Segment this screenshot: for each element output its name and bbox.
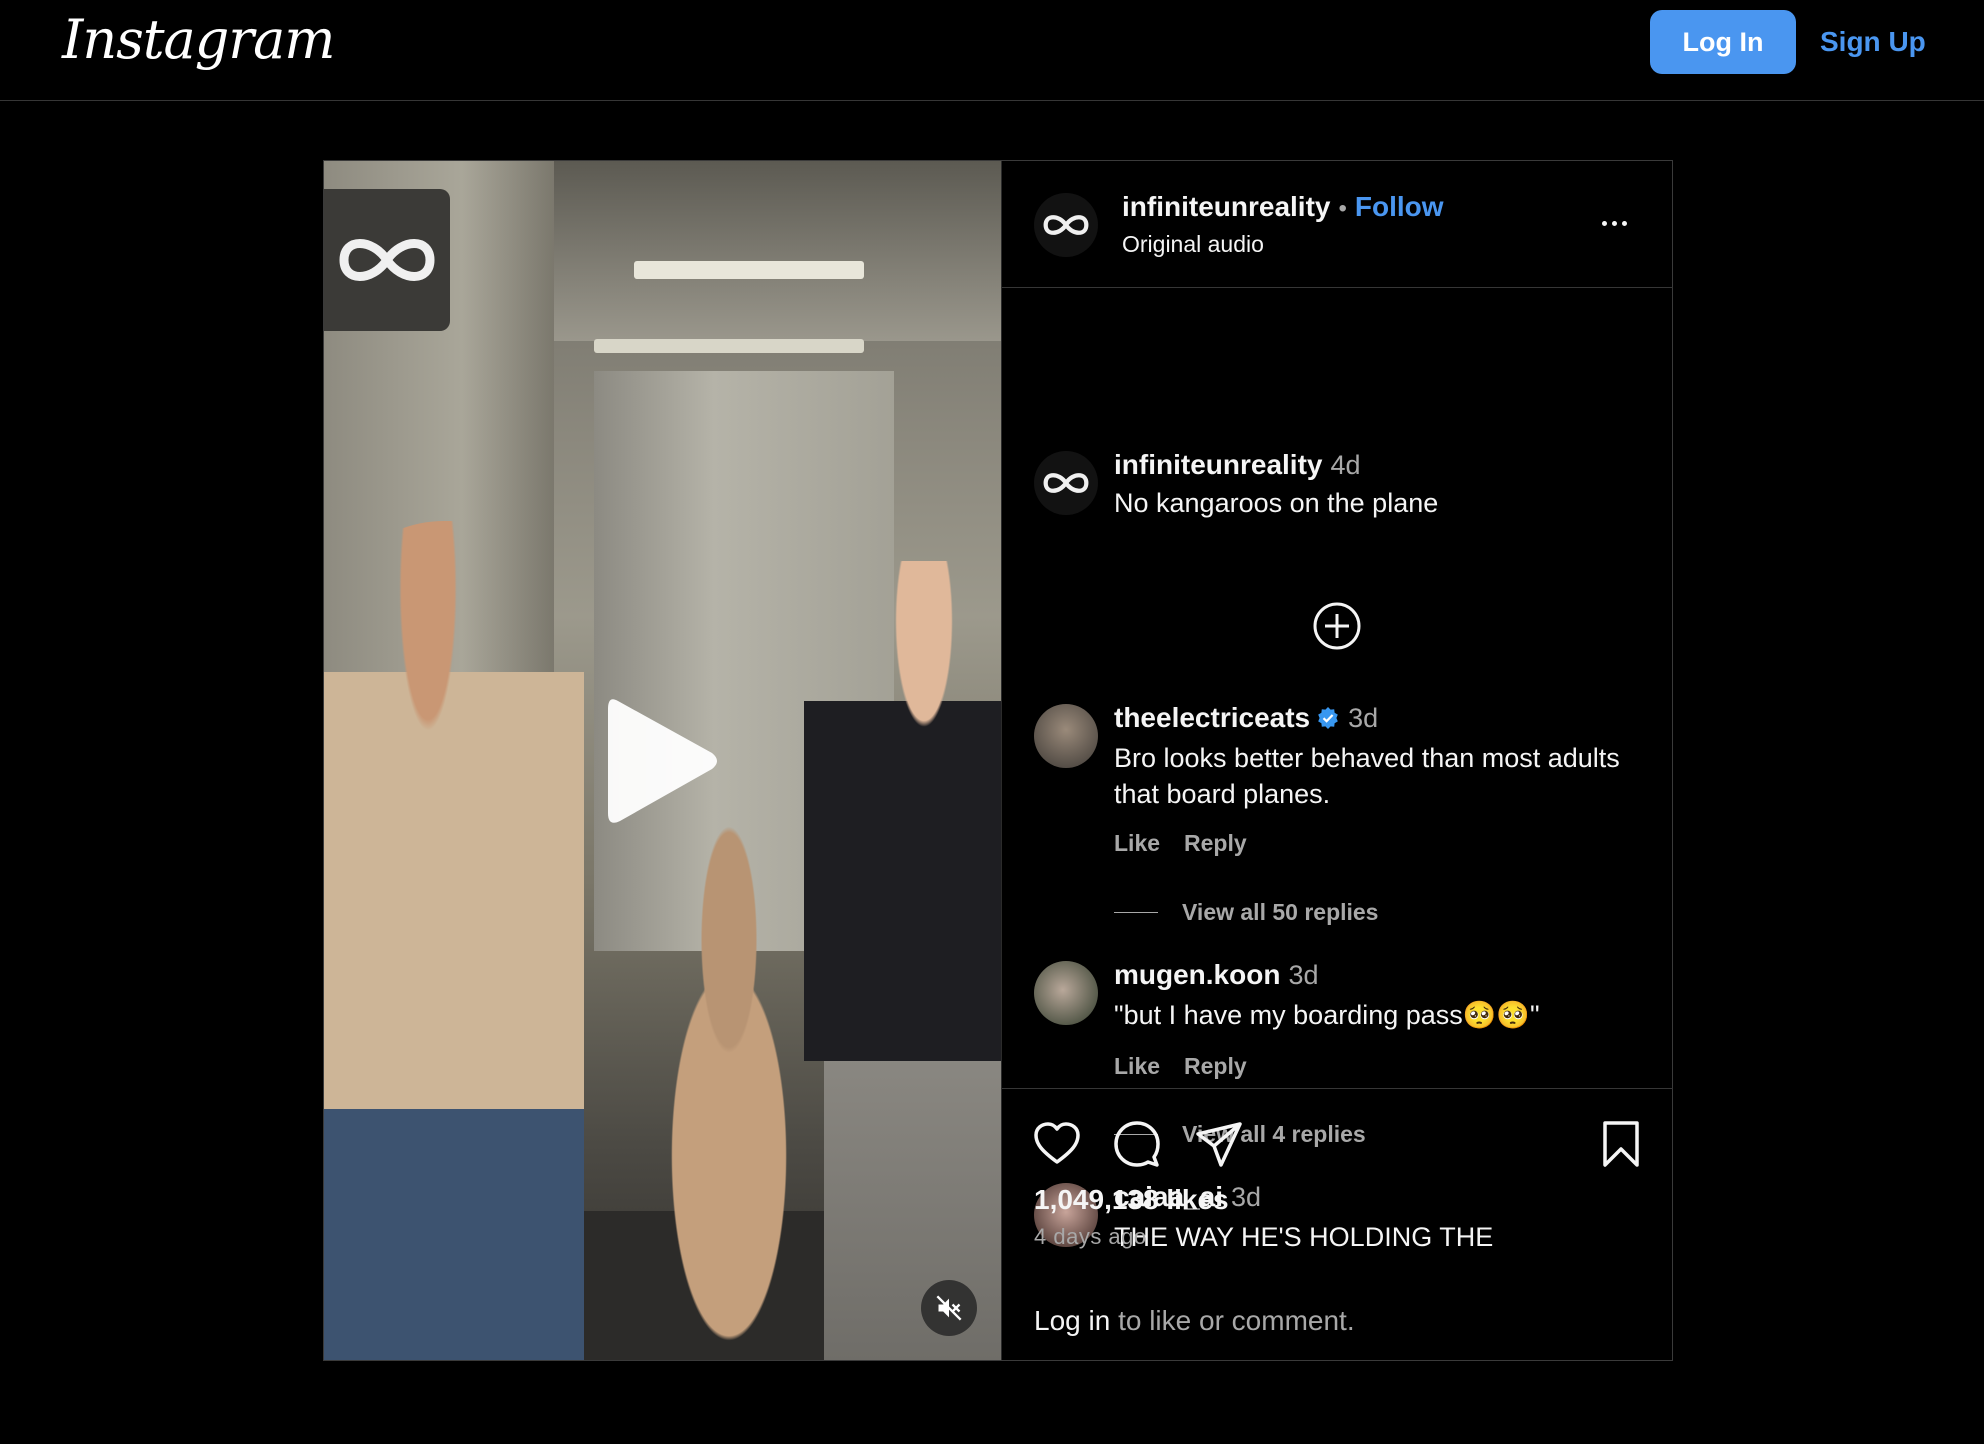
video-scene-woman bbox=[324, 521, 584, 1360]
comment-bubble-icon[interactable] bbox=[1112, 1119, 1162, 1169]
login-prompt-text: to like or comment. bbox=[1110, 1305, 1355, 1336]
verified-badge-icon bbox=[1318, 707, 1338, 729]
comment-actions: Like Reply bbox=[1114, 830, 1271, 857]
bookmark-icon[interactable] bbox=[1596, 1119, 1646, 1169]
caption-text: No kangaroos on the plane bbox=[1114, 488, 1439, 518]
video-scene-kangaroo bbox=[624, 821, 834, 1360]
infinity-logo-icon bbox=[1043, 473, 1089, 493]
post-timestamp: 4 days ago bbox=[1034, 1224, 1147, 1249]
paper-plane-icon[interactable] bbox=[1194, 1119, 1244, 1169]
post-side-panel: infiniteunreality • Follow Original audio … bbox=[1001, 161, 1673, 1360]
plus-circle-icon[interactable] bbox=[1312, 601, 1362, 651]
comment-text: Bro looks better behaved than most adult… bbox=[1114, 743, 1620, 809]
avatar[interactable] bbox=[1034, 193, 1098, 257]
infinity-logo-icon bbox=[1043, 215, 1089, 235]
comment-text: "but I have my boarding pass🥺🥺" bbox=[1114, 1000, 1540, 1030]
more-options-icon[interactable] bbox=[1592, 205, 1636, 241]
reply-button[interactable]: Reply bbox=[1184, 830, 1247, 856]
comment-time: 3d bbox=[1231, 1182, 1262, 1212]
instagram-logo[interactable]: Instagram bbox=[62, 8, 335, 71]
divider bbox=[1114, 912, 1158, 913]
video-scene-light bbox=[594, 339, 864, 353]
play-icon[interactable] bbox=[604, 691, 724, 831]
comment-time: 3d bbox=[1348, 703, 1379, 733]
video-scene-light bbox=[634, 261, 864, 279]
top-navigation-bar: Instagram Log In Sign Up bbox=[0, 0, 1984, 101]
heart-icon[interactable] bbox=[1032, 1119, 1082, 1169]
like-comment-button[interactable]: Like bbox=[1114, 1053, 1160, 1079]
sign-up-link[interactable]: Sign Up bbox=[1820, 10, 1926, 74]
likes-count[interactable]: 1,049,138 likes bbox=[1034, 1184, 1229, 1216]
comment-text: THE WAY HE'S HOLDING THE bbox=[1114, 1222, 1494, 1249]
view-replies-label: View all 50 replies bbox=[1182, 899, 1379, 925]
post-action-bar bbox=[1002, 1088, 1673, 1167]
login-prompt: Log in to like or comment. bbox=[1034, 1305, 1355, 1337]
log-in-link[interactable]: Log in bbox=[1034, 1305, 1110, 1336]
comment-actions: Like Reply bbox=[1114, 1053, 1271, 1080]
avatar[interactable] bbox=[1034, 961, 1098, 1025]
post-container: infiniteunreality • Follow Original audio … bbox=[323, 160, 1673, 1361]
separator-dot: • bbox=[1338, 195, 1347, 222]
video-scene-ceiling bbox=[554, 161, 1001, 341]
like-comment-button[interactable]: Like bbox=[1114, 830, 1160, 856]
post-header: infiniteunreality • Follow Original audio bbox=[1002, 161, 1673, 288]
avatar[interactable] bbox=[1034, 451, 1098, 515]
comment-username[interactable]: mugen.koon bbox=[1114, 959, 1280, 990]
reply-button[interactable]: Reply bbox=[1184, 1053, 1247, 1079]
avatar[interactable] bbox=[1034, 704, 1098, 768]
audio-label[interactable]: Original audio bbox=[1122, 231, 1264, 258]
infinity-sign-icon bbox=[324, 189, 450, 331]
comment-username[interactable]: theelectriceats bbox=[1114, 702, 1310, 733]
muted-speaker-icon[interactable] bbox=[921, 1280, 977, 1336]
caption-username[interactable]: infiniteunreality bbox=[1114, 449, 1322, 480]
view-replies-button[interactable]: View all 50 replies bbox=[1114, 899, 1378, 926]
post-author-username[interactable]: infiniteunreality bbox=[1122, 191, 1330, 222]
reel-video[interactable] bbox=[324, 161, 1001, 1360]
follow-button[interactable]: Follow bbox=[1355, 191, 1444, 222]
log-in-button[interactable]: Log In bbox=[1650, 10, 1796, 74]
caption-time: 4d bbox=[1330, 450, 1361, 480]
comment-time: 3d bbox=[1288, 960, 1319, 990]
